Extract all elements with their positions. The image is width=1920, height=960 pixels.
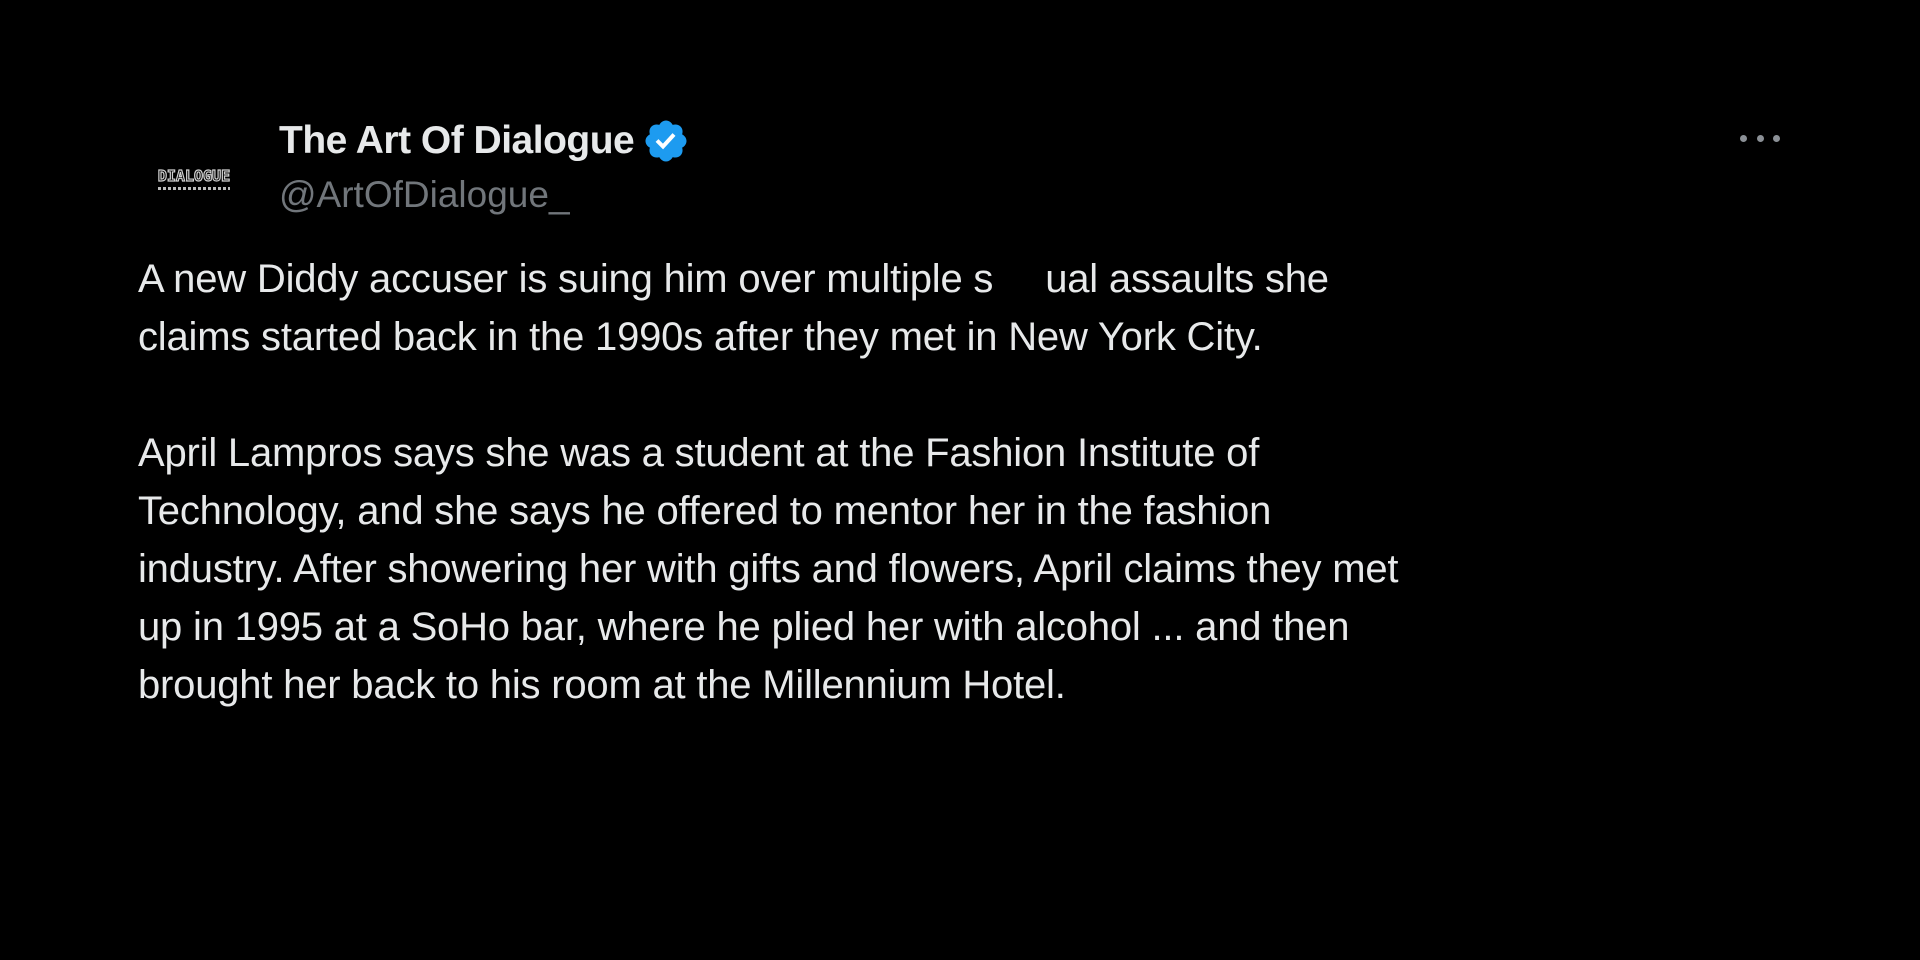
- author-names: The Art Of Dialogue @ArtOfDialogue_: [279, 114, 690, 216]
- text-segment: A new Diddy accuser is suing him over mu…: [138, 257, 994, 301]
- dot: [1773, 134, 1780, 142]
- display-name[interactable]: The Art Of Dialogue: [279, 119, 635, 163]
- avatar[interactable]: DIALOGUE: [138, 146, 250, 206]
- avatar-logo: DIALOGUE: [157, 166, 231, 190]
- dot: [1740, 134, 1747, 142]
- dot: [1756, 134, 1764, 142]
- text-line: industry. After showering her with gifts…: [138, 547, 1399, 591]
- text-line: up in 1995 at a SoHo bar, where he plied…: [138, 605, 1350, 649]
- text-segment: ual assaults she: [1045, 257, 1329, 301]
- author-handle[interactable]: @ArtOfDialogue_: [279, 174, 690, 216]
- tweet-paragraph-2: April Lampros says she was a student at …: [138, 424, 1399, 714]
- tweet-header: DIALOGUE The Art Of Dialogue @ArtOfDialo…: [138, 110, 1798, 230]
- text-line: A new Diddy accuser is suing him over mu…: [138, 250, 1398, 308]
- tweet-text: A new Diddy accuser is suing him over mu…: [138, 250, 1399, 714]
- tweet: DIALOGUE The Art Of Dialogue @ArtOfDialo…: [138, 110, 1798, 707]
- verified-badge-icon: [645, 120, 687, 162]
- more-options-icon[interactable]: [1736, 126, 1784, 150]
- text-line: brought her back to his room at the Mill…: [138, 663, 1066, 707]
- display-name-row: The Art Of Dialogue: [279, 114, 690, 168]
- text-line: Technology, and she says he offered to m…: [138, 489, 1272, 533]
- text-line: April Lampros says she was a student at …: [138, 431, 1260, 475]
- tweet-paragraph-1: A new Diddy accuser is suing him over mu…: [138, 250, 1398, 366]
- text-line: claims started back in the 1990s after t…: [138, 315, 1263, 359]
